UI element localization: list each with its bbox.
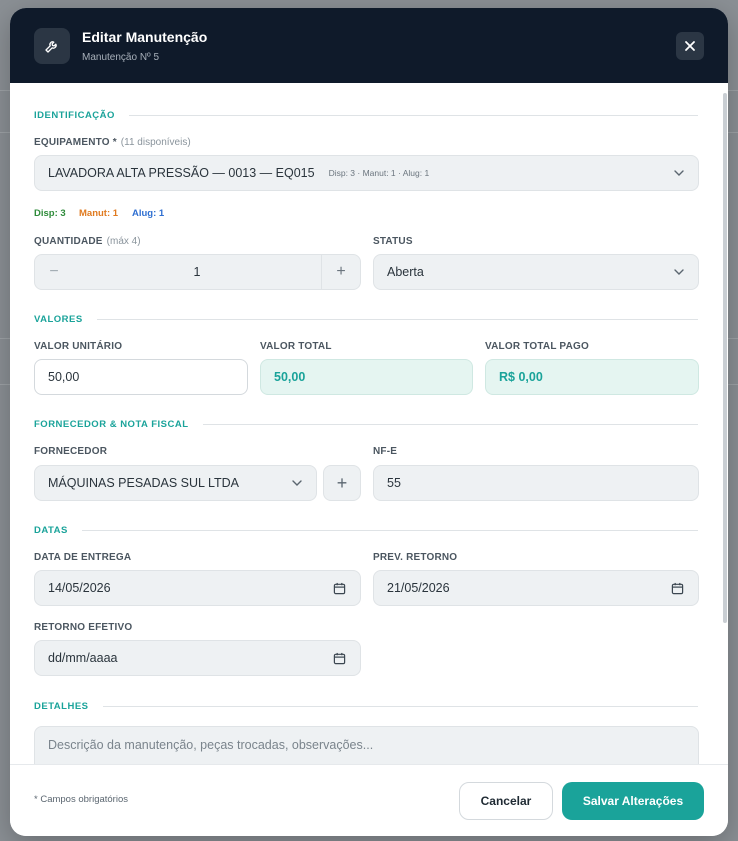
edit-maintenance-modal: Editar Manutenção Manutenção Nº 5 IDENTI… (10, 8, 728, 836)
modal-body: IDENTIFICAÇÃO EQUIPAMENTO * (11 disponíve… (10, 83, 728, 765)
modal-title: Editar Manutenção (82, 29, 208, 45)
unit-value-input[interactable]: 50,00 (34, 359, 248, 395)
modal-footer: * Campos obrigatórios Cancelar Salvar Al… (10, 764, 728, 836)
total-paid-field: R$ 0,00 (485, 359, 699, 395)
section-identificacao: IDENTIFICAÇÃO (34, 108, 698, 122)
modal-header: Editar Manutenção Manutenção Nº 5 (10, 8, 728, 83)
nfe-label: NF-E (373, 446, 398, 457)
equipment-select[interactable]: LAVADORA ALTA PRESSÃO — 0013 — EQ015 Dis… (34, 155, 699, 191)
actual-return-label: RETORNO EFETIVO (34, 622, 133, 633)
section-fornecedor: FORNECEDOR & NOTA FISCAL (34, 417, 698, 431)
stock-alug: Alug: 1 (132, 208, 165, 219)
total-paid-label: VALOR TOTAL PAGO (485, 341, 589, 352)
chevron-down-icon (674, 269, 684, 275)
quantity-increment-button[interactable]: + (321, 255, 360, 289)
save-button[interactable]: Salvar Alterações (562, 782, 704, 820)
calendar-icon[interactable] (333, 582, 346, 595)
quantity-value[interactable]: 1 (73, 265, 321, 279)
supplier-value: MÁQUINAS PESADAS SUL LTDA (48, 476, 240, 490)
calendar-icon[interactable] (333, 652, 346, 665)
unit-value-label: VALOR UNITÁRIO (34, 341, 123, 352)
section-detalhes: DETALHES (34, 699, 698, 713)
wrench-icon (34, 28, 70, 64)
equipment-inline-stats: Disp: 3 · Manut: 1 · Alug: 1 (328, 168, 430, 178)
delivery-date-label: DATA DE ENTREGA (34, 552, 132, 563)
close-icon (685, 41, 695, 51)
section-datas: DATAS (34, 523, 698, 537)
calendar-icon[interactable] (671, 582, 684, 595)
modal-subtitle: Manutenção Nº 5 (82, 52, 160, 63)
quantity-stepper: − 1 + (34, 254, 361, 290)
details-textarea[interactable]: Descrição da manutenção, peças trocadas,… (34, 726, 699, 765)
quantity-label: QUANTIDADE (máx 4) (34, 236, 141, 247)
add-supplier-button[interactable]: + (323, 465, 361, 501)
total-value-field: 50,00 (260, 359, 473, 395)
expected-return-input[interactable]: 21/05/2026 (373, 570, 699, 606)
stock-disp: Disp: 3 (34, 208, 66, 219)
stock-manut: Manut: 1 (79, 208, 119, 219)
scrollbar[interactable] (723, 93, 727, 623)
required-fields-note: * Campos obrigatórios (34, 794, 128, 805)
total-value-label: VALOR TOTAL (260, 341, 332, 352)
equipment-value: LAVADORA ALTA PRESSÃO — 0013 — EQ015 (48, 166, 315, 180)
quantity-decrement-button[interactable]: − (35, 263, 73, 281)
cancel-button[interactable]: Cancelar (459, 782, 553, 820)
supplier-select[interactable]: MÁQUINAS PESADAS SUL LTDA (34, 465, 317, 501)
chevron-down-icon (674, 170, 684, 176)
expected-return-label: PREV. RETORNO (373, 552, 458, 563)
status-value: Aberta (387, 265, 424, 279)
supplier-label: FORNECEDOR (34, 446, 108, 457)
status-select[interactable]: Aberta (373, 254, 699, 290)
status-label: STATUS (373, 236, 413, 247)
nfe-input[interactable]: 55 (373, 465, 699, 501)
delivery-date-input[interactable]: 14/05/2026 (34, 570, 361, 606)
section-valores: VALORES (34, 312, 698, 326)
actual-return-input[interactable]: dd/mm/aaaa (34, 640, 361, 676)
equipment-label: EQUIPAMENTO * (11 disponíveis) (34, 137, 191, 148)
chevron-down-icon (292, 480, 302, 486)
close-button[interactable] (676, 32, 704, 60)
